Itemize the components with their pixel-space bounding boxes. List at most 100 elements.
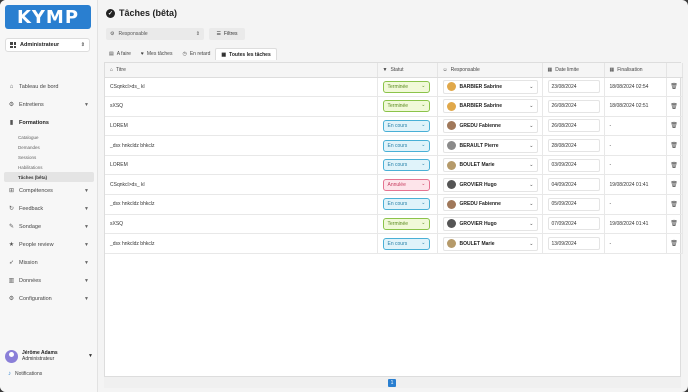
sidebar-item-dashboard[interactable]: ⌂ Tableau de bord <box>0 78 98 96</box>
table-row[interactable]: LOREM En cours GREDU Fabienne ⌄ 26/08/202… <box>105 116 683 137</box>
table-row[interactable]: CSqnkcl>ds_ kl Terminée BARBIER Sabrine ⌄… <box>105 77 683 98</box>
status-select[interactable]: Terminée <box>382 80 430 93</box>
due-date-field[interactable]: 26/08/2024 <box>547 99 600 113</box>
due-date-field[interactable]: 04/09/2024 <box>547 178 600 192</box>
status-select[interactable]: En cours <box>382 159 430 172</box>
status-select[interactable]: Terminée <box>382 100 430 113</box>
status-select[interactable]: En cours <box>382 119 430 132</box>
sidebar-item-donnees[interactable]: ▥ Données ▼ <box>0 272 98 290</box>
sidebar-item-competences[interactable]: ⊞ Compétences ▼ <box>0 182 98 200</box>
status-cell: En cours <box>377 135 438 156</box>
responsable-select[interactable]: ⚙ Responsable ⇕ <box>106 28 204 40</box>
bar-chart-icon: ▥ <box>8 277 15 284</box>
status-select[interactable]: Annulée <box>382 178 430 191</box>
sidebar-item-sondage[interactable]: ✎ Sondage ▼ <box>0 218 98 236</box>
owner-select[interactable]: GREDU Fabienne ⌄ <box>442 118 538 133</box>
column-header-date-limite[interactable]: ▦ Date limite <box>542 63 605 78</box>
trash-icon[interactable]: 🗑 <box>666 194 683 215</box>
sidebar-item-people-review[interactable]: ★ People review ▼ <box>0 236 98 254</box>
finalisation-cell: 19/08/2024 01:41 <box>604 214 667 235</box>
status-select[interactable]: En cours <box>382 237 430 250</box>
owner-select[interactable]: GROVIER Hugo ⌄ <box>442 216 538 231</box>
sidebar-item-mission[interactable]: ➶ Mission ▼ <box>0 254 98 272</box>
owner-select[interactable]: GREDU Fabienne ⌄ <box>442 197 538 212</box>
trash-icon[interactable]: 🗑 <box>666 116 683 137</box>
sidebar-item-formations[interactable]: ▮ Formations <box>0 114 98 132</box>
due-date-field[interactable]: 13/09/2024 <box>547 237 600 251</box>
task-title[interactable]: _dsx hnkcldz bhkclz <box>105 194 378 215</box>
column-header-titre[interactable]: ⌂ Titre <box>105 63 378 78</box>
task-title[interactable]: sXSQ <box>105 96 378 117</box>
owner-select[interactable]: BOULET Marie ⌄ <box>442 158 538 173</box>
due-date-field[interactable]: 28/08/2024 <box>547 139 600 153</box>
task-title[interactable]: sXSQ <box>105 214 378 235</box>
column-header-statut[interactable]: ▼ Statut <box>377 63 438 78</box>
sidebar-subitem-habilitations[interactable]: Habilitations <box>0 162 98 172</box>
task-title[interactable]: _dsx hnkcldz bhkclz <box>105 233 378 254</box>
table-row[interactable]: CSqnkcl>ds_ kl Annulée GROVIER Hugo ⌄ 04/… <box>105 174 683 196</box>
table-row[interactable]: sXSQ Terminée BARBIER Sabrine ⌄ 26/08/202… <box>105 96 683 117</box>
owner-select[interactable]: BOULET Marie ⌄ <box>442 236 538 251</box>
funnel-icon: ▼ <box>382 66 388 73</box>
table-row[interactable]: sXSQ Terminée GROVIER Hugo ⌄ 07/09/2024 1… <box>105 214 683 235</box>
owner-select[interactable]: BERAULT Pierre ⌄ <box>442 138 538 153</box>
page-button-current[interactable]: 1 <box>388 379 396 387</box>
check-circle-icon: ✓ <box>106 8 115 18</box>
sidebar-subitem-demandes[interactable]: Demandes <box>0 142 98 152</box>
task-title[interactable]: LOREM <box>105 116 378 137</box>
table-row[interactable]: _dsx hnkcldz bhkclz En cours BOULET Mari… <box>105 233 683 254</box>
trash-icon[interactable]: 🗑 <box>666 96 683 117</box>
sidebar-item-configuration[interactable]: ⚙ Configuration ▼ <box>0 290 98 308</box>
rocket-icon: ➶ <box>8 259 15 266</box>
finalisation-cell: - <box>604 194 667 215</box>
table-row[interactable]: LOREM En cours BOULET Marie⌄ 03/09/2024 … <box>105 155 683 176</box>
user-menu[interactable]: Jérôme Adams Administrateur ▼ <box>5 347 93 365</box>
column-header-finalisation[interactable]: ▦ Finalisation <box>604 63 667 78</box>
tab-toutes-taches[interactable]: ▦ Toutes les tâches <box>215 48 277 60</box>
tab-en-retard[interactable]: ◷ En retard <box>177 48 215 60</box>
status-select[interactable]: En cours <box>382 198 430 211</box>
sidebar-subitem-catalogue[interactable]: Catalogue <box>0 132 98 142</box>
notifications-link[interactable]: ♪ Notifications <box>8 371 42 377</box>
task-title[interactable]: _dsx hnkcldz bhkclz <box>105 135 378 156</box>
gear-icon: ⚙ <box>8 295 15 302</box>
filters-button[interactable]: ☰ Filtres <box>209 28 245 40</box>
owner-select[interactable]: BARBIER Sabrine ⌄ <box>442 99 538 114</box>
due-date-field[interactable]: 26/08/2024 <box>547 119 600 133</box>
tab-a-faire[interactable]: ▤ A faire <box>104 48 136 60</box>
due-date-field[interactable]: 03/09/2024 <box>547 158 600 172</box>
task-title[interactable]: LOREM <box>105 155 378 176</box>
task-title[interactable]: CSqnkcl>ds_ kl <box>105 174 378 196</box>
trash-icon[interactable]: 🗑 <box>666 233 683 254</box>
owner-select[interactable]: BARBIER Sabrine ⌄ <box>442 79 538 94</box>
task-title[interactable]: CSqnkcl>ds_ kl <box>105 77 378 98</box>
sidebar-subitem-taches[interactable]: Tâches (bêta) <box>4 172 94 182</box>
avatar <box>446 141 456 151</box>
sidebar-item-feedback[interactable]: ↻ Feedback ▼ <box>0 200 98 218</box>
due-date-cell: 05/09/2024 <box>542 194 605 215</box>
due-date-field[interactable]: 07/09/2024 <box>547 217 600 231</box>
main-content: ✓ Tâches (bêta) ⚙ Responsable ⇕ ☰ Filtre… <box>98 0 688 392</box>
kymp-logo[interactable]: KYMP <box>5 5 91 29</box>
sidebar-subitem-sessions[interactable]: Sessions <box>0 152 98 162</box>
trash-icon[interactable]: 🗑 <box>666 135 683 156</box>
table-row[interactable]: _dsx hnkcldz bhkclz En cours BERAULT Pie… <box>105 135 683 156</box>
due-date-field[interactable]: 23/08/2024 <box>547 80 600 94</box>
status-select[interactable]: En cours <box>382 139 430 152</box>
column-header-responsable[interactable]: ☺ Responsable <box>437 63 543 78</box>
trash-icon[interactable]: 🗑 <box>666 77 683 98</box>
sidebar-item-entretiens[interactable]: ⚙ Entretiens ▼ <box>0 96 98 114</box>
tab-mes-taches[interactable]: ♥ Mes tâches <box>136 48 178 60</box>
grid-icon <box>10 42 16 48</box>
due-date-cell: 07/09/2024 <box>542 214 605 235</box>
trash-icon[interactable]: 🗑 <box>666 174 683 196</box>
status-select[interactable]: Terminée <box>382 217 430 230</box>
due-date-field[interactable]: 05/09/2024 <box>547 197 600 211</box>
table-row[interactable]: _dsx hnkcldz bhkclz En cours GREDU Fabie… <box>105 194 683 215</box>
trash-icon[interactable]: 🗑 <box>666 214 683 235</box>
owner-select[interactable]: GROVIER Hugo ⌄ <box>442 177 538 192</box>
owner-cell: BOULET Marie ⌄ <box>437 155 543 176</box>
chevron-down-icon: ▼ <box>84 206 89 212</box>
trash-icon[interactable]: 🗑 <box>666 155 683 176</box>
role-select[interactable]: Administrateur ⇕ <box>5 38 90 52</box>
